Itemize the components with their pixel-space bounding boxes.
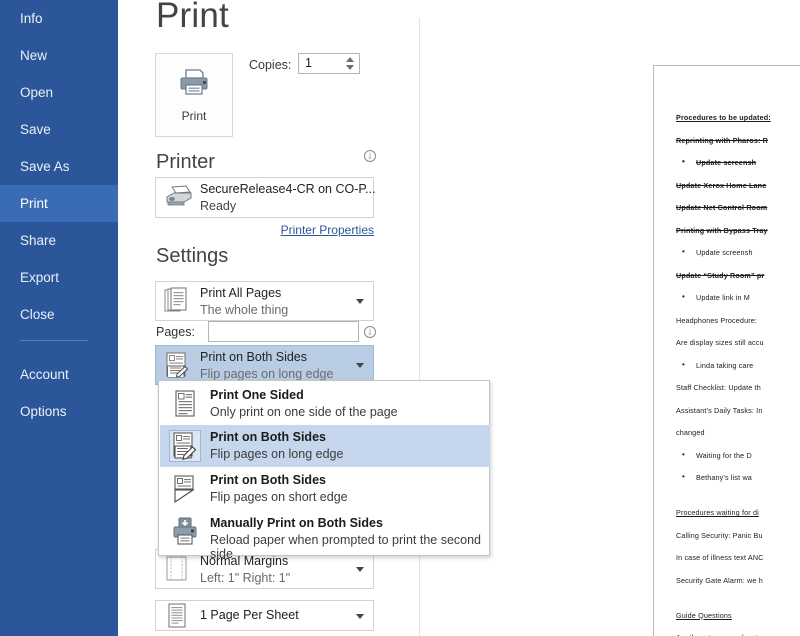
chevron-down-icon[interactable] <box>356 613 364 619</box>
sidebar-item-options[interactable]: Options <box>0 393 118 430</box>
print-button-label: Print <box>181 109 207 123</box>
printer-info-icon[interactable]: i <box>364 150 376 162</box>
preview-line: Headphones Procedure: <box>676 315 758 325</box>
pages-info-icon[interactable]: i <box>364 326 376 338</box>
sidebar-item-share[interactable]: Share <box>0 222 118 259</box>
one-sided-icon <box>170 389 200 419</box>
pages-input[interactable] <box>208 321 359 342</box>
preview-line: Update link in M <box>676 292 800 302</box>
preview-line: Linda taking care <box>676 360 800 370</box>
duplex-long-edge-icon <box>169 430 201 462</box>
printer-icon <box>177 67 211 102</box>
copies-label: Copies: <box>249 58 292 72</box>
preview-line: In case of illness text ANC <box>676 553 764 562</box>
settings-heading: Settings <box>156 245 229 267</box>
page-range-dropdown[interactable]: Print All Pages The whole thing <box>155 281 374 321</box>
preview-line: Waiting for the D <box>676 450 800 460</box>
sidebar-item-save-as[interactable]: Save As <box>0 148 118 185</box>
menu-item-manual-duplex[interactable]: Manually Print on Both Sides Reload pape… <box>160 511 490 561</box>
print-sides-subtitle: Flip pages on long edge <box>200 367 334 381</box>
sidebar-item-new[interactable]: New <box>0 37 118 74</box>
copies-increment-icon[interactable] <box>346 57 354 62</box>
sidebar-item-close[interactable]: Close <box>0 296 118 333</box>
pages-stack-icon <box>164 287 190 315</box>
copies-value: 1 <box>305 56 312 70</box>
page-title: Print <box>156 0 229 35</box>
print-button[interactable]: Print <box>155 53 233 137</box>
manual-duplex-printer-icon <box>170 517 200 547</box>
pages-field-label: Pages: <box>156 325 195 339</box>
preview-line: Printing with Bypass Tray <box>676 225 768 235</box>
sidebar-divider <box>20 340 88 341</box>
copies-stepper[interactable]: 1 <box>298 53 360 74</box>
printer-device-icon <box>164 185 194 216</box>
printer-name: SecureRelease4-CR on CO-P... <box>200 182 376 196</box>
page-range-title: Print All Pages <box>200 286 282 300</box>
menu-item-both-sides-short-edge[interactable]: Print on Both Sides Flip pages on short … <box>160 468 490 510</box>
preview-line: Bethany’s list wa <box>676 472 800 482</box>
sidebar-item-info[interactable]: Info <box>0 0 118 37</box>
pages-per-sheet-title: 1 Page Per Sheet <box>200 608 299 622</box>
margins-icon <box>164 555 190 583</box>
print-sides-title: Print on Both Sides <box>200 350 308 364</box>
preview-line: Are display sizes still accu <box>676 338 764 347</box>
duplex-long-edge-icon <box>164 351 190 379</box>
preview-line: Update “Study Room” pr <box>676 270 765 280</box>
menu-item-title: Print on Both Sides <box>210 430 326 444</box>
preview-line: Update Xerox Home Lanc <box>676 180 767 190</box>
menu-item-title: Manually Print on Both Sides <box>210 516 383 530</box>
preview-line: Assistant’s Daily Tasks: In <box>676 405 763 415</box>
preview-line: Procedures waiting for di <box>676 508 759 517</box>
menu-item-subtitle: Reload paper when prompted to print the … <box>210 533 482 561</box>
document-preview-text: Procedures to be updated: Reprinting with… <box>676 113 800 636</box>
menu-item-title: Print on Both Sides <box>210 473 326 487</box>
copies-decrement-icon[interactable] <box>346 65 354 70</box>
menu-item-print-one-sided[interactable]: Print One Sided Only print on one side o… <box>160 383 490 425</box>
document-page-preview[interactable]: Procedures to be updated: Reprinting with… <box>653 65 800 636</box>
preview-line: Guide Questions <box>676 610 732 620</box>
printer-status: Ready <box>200 199 237 213</box>
pages-per-sheet-dropdown[interactable]: 1 Page Per Sheet <box>155 600 374 631</box>
print-sides-menu: Print One Sided Only print on one side o… <box>158 380 490 561</box>
sidebar-item-account[interactable]: Account <box>0 356 118 393</box>
menu-item-subtitle: Flip pages on long edge <box>210 447 344 461</box>
sheet-icon <box>164 602 190 630</box>
menu-item-subtitle: Only print on one side of the page <box>210 405 398 419</box>
menu-item-both-sides-long-edge[interactable]: Print on Both Sides Flip pages on long e… <box>160 425 490 467</box>
sidebar-item-open[interactable]: Open <box>0 74 118 111</box>
duplex-short-edge-icon <box>170 474 200 504</box>
margins-subtitle: Left: 1" Right: 1" <box>200 571 291 585</box>
menu-item-title: Print One Sided <box>210 388 304 402</box>
printer-properties-link[interactable]: Printer Properties <box>118 223 374 237</box>
preview-line: Security Gate Alarm: we h <box>676 575 763 585</box>
preview-line: Update screensh <box>676 247 800 257</box>
preview-line: Staff Checklist: Update th <box>676 383 761 392</box>
preview-line: Procedures to be updated: <box>676 113 771 122</box>
printer-select[interactable]: SecureRelease4-CR on CO-P... Ready <box>155 177 376 218</box>
chevron-down-icon[interactable] <box>356 567 364 572</box>
menu-item-subtitle: Flip pages on short edge <box>210 490 348 504</box>
sidebar-item-save[interactable]: Save <box>0 111 118 148</box>
backstage-nav: Info New Open Save Save As Print Share E… <box>0 0 118 636</box>
sidebar-item-export[interactable]: Export <box>0 259 118 296</box>
preview-line: Reprinting with Pharos: R <box>676 135 768 145</box>
chevron-down-icon[interactable] <box>356 363 364 368</box>
preview-line: changed <box>676 428 705 437</box>
page-range-subtitle: The whole thing <box>200 303 289 317</box>
print-sides-dropdown[interactable]: Print on Both Sides Flip pages on long e… <box>155 345 374 385</box>
preview-line: Calling Security: Panic Bu <box>676 530 763 540</box>
sidebar-item-print[interactable]: Print <box>0 185 118 222</box>
preview-line: Update Net Control Room <box>676 203 768 212</box>
chevron-down-icon[interactable] <box>356 299 364 304</box>
preview-line: Update screensh <box>676 157 800 167</box>
printer-heading: Printer <box>156 151 215 173</box>
